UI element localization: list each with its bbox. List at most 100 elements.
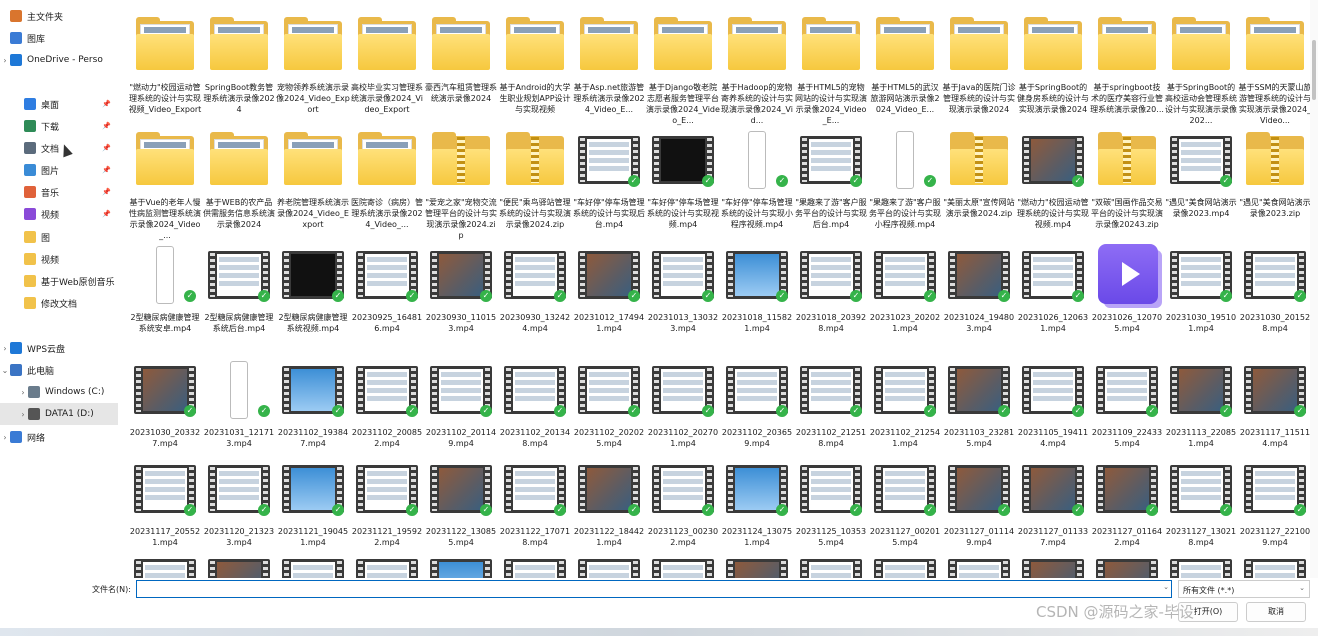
video-file-item[interactable]: ✓ 20230925_164816.mp4 <box>350 244 422 359</box>
video-file-item[interactable]: ✓ 20231030_201528.mp4 <box>1238 244 1310 359</box>
sidebar-item[interactable]: 图库 <box>0 27 118 49</box>
folder-item[interactable]: 基于HTML5的武汉旅游网站演示录像2024_Video_E... <box>868 14 940 129</box>
chevron-icon[interactable]: › <box>18 410 28 419</box>
video-file-item[interactable]: ✓ 20231023_202021.mp4 <box>868 244 940 359</box>
video-file-item[interactable]: ✓ 20231102_201149.mp4 <box>424 359 496 474</box>
pin-icon[interactable]: 📌 <box>102 210 112 218</box>
folder-item[interactable]: 基于springboot技术的医疗美容行业管理系统演示录像20... <box>1090 14 1164 129</box>
video-file-item[interactable]: ✓ <box>128 552 198 578</box>
folder-item[interactable]: 高校毕业实习管理系统演示录像2024_Video_Export <box>350 14 423 129</box>
folder-item[interactable]: 基于SpringBoot的高校运动会管理系统设计与实现演示录像202... <box>1164 14 1237 129</box>
sidebar-item[interactable]: ⌄ 此电脑 <box>0 359 118 381</box>
folder-item[interactable]: "燃动力"校园运动管理系统的设计与实现视频_Video_Export <box>128 14 201 129</box>
video-file-item[interactable]: ✓ "遇见"美食网站演示录像2023.mp4 <box>1164 129 1237 244</box>
folder-item[interactable]: 基于SpringBoot的健身房系统的设计与实现演示录像2024 <box>1016 14 1089 129</box>
video-file-item[interactable]: ✓ <box>350 552 420 578</box>
sidebar-item[interactable]: 音乐 📌 <box>0 181 118 203</box>
folder-item[interactable]: 基于Django敬老院志愿者服务管理平台演示录像2024_Video_E... <box>646 14 720 129</box>
sidebar-item[interactable]: › DATA1 (D:) <box>0 403 118 425</box>
video-file-item[interactable]: ✓ 20231105_194114.mp4 <box>1016 359 1088 474</box>
video-file-item[interactable]: ✓ "果趣来了游"客户服务平台的设计与实现后台.mp4 <box>794 129 867 244</box>
video-file-item[interactable]: ✓ "果趣来了游"客户服务平台的设计与实现小程序视频.mp4 <box>868 129 941 244</box>
video-file-item[interactable]: ✓ 20231102_212518.mp4 <box>794 359 866 474</box>
folder-item[interactable]: 基于Java的医院门诊管理系统的设计与实现演示录像2024 <box>942 14 1015 129</box>
folder-item[interactable]: SpringBoot教务管理系统演示录像2024 <box>202 14 275 129</box>
pin-icon[interactable]: 📌 <box>102 122 112 130</box>
video-file-item[interactable]: ✓ <box>276 552 346 578</box>
folder-item[interactable]: 基于Vue的老年人慢性病监测管理系统演示录像2024_Video_... <box>128 129 201 244</box>
sidebar-item[interactable]: › OneDrive - Perso <box>0 49 118 71</box>
video-file-item[interactable]: ✓ 20231113_220851.mp4 <box>1164 359 1236 474</box>
video-file-item[interactable]: ✓ 20231102_200852.mp4 <box>350 359 422 474</box>
video-file-item[interactable]: ✓ 20231102_202701.mp4 <box>646 359 718 474</box>
video-file-item[interactable]: ✓ 20231102_212541.mp4 <box>868 359 940 474</box>
sidebar-item[interactable]: 桌面 📌 <box>0 93 118 115</box>
video-file-item[interactable]: ✓ <box>1238 552 1308 578</box>
cancel-button[interactable]: 取消 <box>1246 602 1306 622</box>
folder-item[interactable]: 基于Hadoop的宠物寄养系统的设计与实现演示录像2024_Vid... <box>720 14 793 129</box>
filetype-select[interactable]: 所有文件 (*.*) ⌄ <box>1178 580 1310 598</box>
pin-icon[interactable]: 📌 <box>102 144 112 152</box>
sidebar-item[interactable]: › Windows (C:) <box>0 381 118 403</box>
video-file-item[interactable]: ✓ <box>1090 552 1160 578</box>
chevron-icon[interactable]: › <box>18 388 28 397</box>
video-file-item[interactable]: ✓ 20231031_121713.mp4 <box>202 359 274 474</box>
pin-icon[interactable]: 📌 <box>102 166 112 174</box>
video-file-item[interactable]: ✓ "车好停"停车场管理系统的设计与实现小程序视频.mp4 <box>720 129 793 244</box>
folder-item[interactable]: 豪西汽车租赁管理系统演示录像2024 <box>424 14 497 129</box>
sidebar-item[interactable]: › WPS云盘 <box>0 337 118 359</box>
sidebar-item[interactable]: 修改文档 <box>0 292 118 314</box>
video-file-item[interactable]: ✓ 20231102_203659.mp4 <box>720 359 792 474</box>
pin-icon[interactable]: 📌 <box>102 100 112 108</box>
zip-file-item[interactable]: "双碳"国画作品交易平台的设计与实现演示录像20243.zip <box>1090 129 1163 244</box>
video-file-item[interactable]: ✓ "燃动力"校园运动管理系统的设计与实现视频.mp4 <box>1016 129 1089 244</box>
chevron-icon[interactable]: › <box>0 56 10 65</box>
video-file-item[interactable]: ✓ "车好停"停车场管理系统的设计与实现后台.mp4 <box>572 129 645 244</box>
folder-item[interactable]: 医院寄诊（病房）管理系统演示录像2024_Video_... <box>350 129 423 244</box>
sidebar-item[interactable]: 基于Web原创音乐 <box>0 270 118 292</box>
sidebar-item[interactable]: › 网络 <box>0 426 118 448</box>
filename-input[interactable]: ⌄ <box>136 580 1172 598</box>
folder-item[interactable]: 基于WEB的农产品供需服务信息系统演示录像2024 <box>202 129 275 244</box>
sidebar-item[interactable]: 视频 <box>0 248 118 270</box>
zip-file-item[interactable]: "美丽太原"宣传网站演示录像2024.zip <box>942 129 1015 244</box>
sidebar-item[interactable]: 主文件夹 <box>0 5 118 27</box>
chevron-down-icon[interactable]: ⌄ <box>1163 583 1169 591</box>
video-file-item[interactable]: ✓ 20231030_203327.mp4 <box>128 359 200 474</box>
video-file-item[interactable]: ✓ 20230930_110153.mp4 <box>424 244 496 359</box>
chevron-icon[interactable]: › <box>0 433 10 442</box>
sidebar-item[interactable]: 图 <box>0 226 118 248</box>
video-file-item[interactable]: ✓ 20231018_203928.mp4 <box>794 244 866 359</box>
folder-item[interactable]: 基于Android的大学生职业规划APP设计与实现视频 <box>498 14 571 129</box>
chevron-icon[interactable]: ⌄ <box>0 366 10 375</box>
video-file-item[interactable]: ✓ 20231117_115114.mp4 <box>1238 359 1310 474</box>
folder-item[interactable]: 基于Asp.net旅游管理系统演示录像2024_Video_E... <box>572 14 645 129</box>
video-file-item[interactable]: ✓ 20231012_174941.mp4 <box>572 244 644 359</box>
video-file-item[interactable]: ✓ 20231109_224335.mp4 <box>1090 359 1162 474</box>
folder-item[interactable]: 宠物领养系统演示录像2024_Video_Export <box>276 14 350 129</box>
zip-file-item[interactable]: "遇见"美食网站演示录像2023.zip <box>1238 129 1311 244</box>
chevron-down-icon[interactable]: ⌄ <box>1299 584 1305 592</box>
pin-icon[interactable]: 📌 <box>102 188 112 196</box>
video-file-item[interactable]: ✓ 20231013_130323.mp4 <box>646 244 718 359</box>
video-file-item[interactable]: ✓ 20231030_195101.mp4 <box>1164 244 1236 359</box>
zip-file-item[interactable]: "爱宠之家"宠物交流管理平台的设计与实现演示录像2024.zip <box>424 129 497 244</box>
video-file-item[interactable]: ✓ 20231026_120631.mp4 <box>1016 244 1088 359</box>
video-file-item[interactable]: ✓ 2型糖尿病健康管理系统视频.mp4 <box>276 244 348 359</box>
video-file-item[interactable]: ✓ <box>646 552 716 578</box>
folder-item[interactable]: 基于SSM的天蒙山旅游管理系统的设计与实现演示录像2024_Video... <box>1238 14 1312 129</box>
video-file-item[interactable]: ✓ <box>794 552 864 578</box>
video-file-item[interactable]: ✓ <box>720 552 790 578</box>
video-file-item[interactable]: ✓ 20230930_132424.mp4 <box>498 244 570 359</box>
video-file-item[interactable]: ✓ <box>572 552 642 578</box>
video-file-item[interactable]: 20231026_120705.mp4 <box>1090 244 1162 359</box>
video-file-item[interactable]: ✓ <box>498 552 568 578</box>
video-file-item[interactable]: ✓ 20231024_194803.mp4 <box>942 244 1014 359</box>
video-file-item[interactable]: ✓ "车好停"停车场管理系统的设计与实现视频.mp4 <box>646 129 719 244</box>
vertical-scrollbar[interactable] <box>1310 0 1318 578</box>
folder-item[interactable]: 基于HTML5的宠物网站的设计与实现演示录像2024_Video_E... <box>794 14 867 129</box>
sidebar-item[interactable]: 视频 📌 <box>0 203 118 225</box>
chevron-icon[interactable]: › <box>0 344 10 353</box>
video-file-item[interactable]: ✓ <box>942 552 1012 578</box>
video-file-item[interactable]: ✓ 20231102_202025.mp4 <box>572 359 644 474</box>
